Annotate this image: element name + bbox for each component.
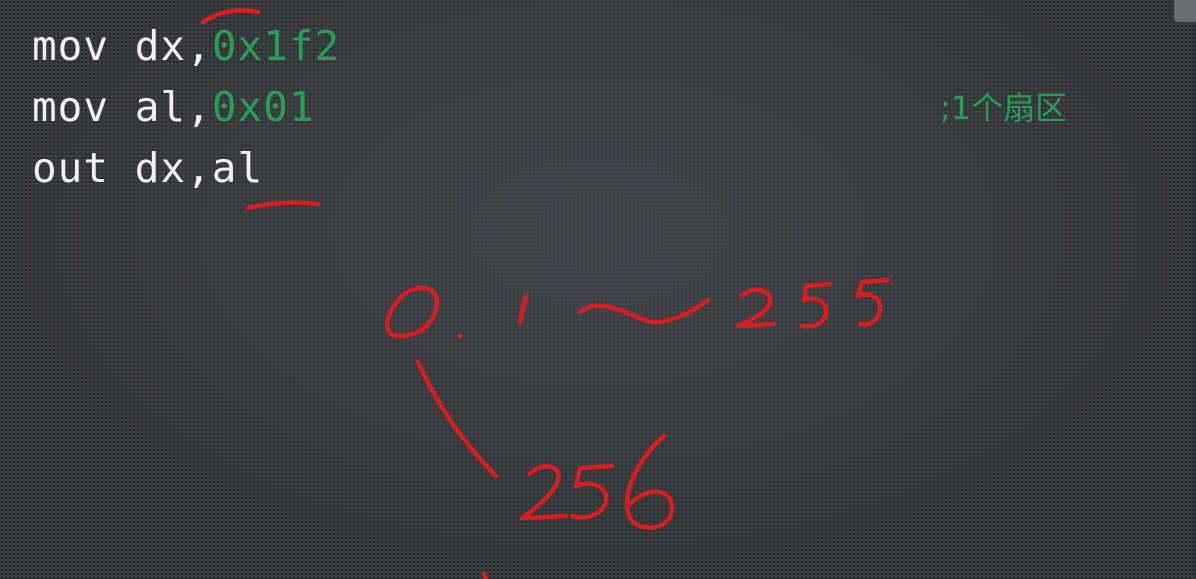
ink-digit-6-bottom xyxy=(624,433,675,530)
ink-digit-2 xyxy=(735,287,777,329)
ink-digit-1 xyxy=(517,293,529,325)
ink-dot xyxy=(457,333,463,339)
ink-underline-al xyxy=(245,200,321,211)
ink-digit-2-bottom xyxy=(519,464,569,521)
ink-digit-5-b xyxy=(855,277,891,327)
ink-digit-0 xyxy=(385,285,440,339)
ink-arc-over-dx xyxy=(200,8,261,25)
ink-digit-5-a xyxy=(799,281,833,329)
ink-bottom-mark xyxy=(481,571,489,579)
ink-tilde xyxy=(577,297,711,325)
slide: mov dx,0x1f2 mov al,0x01 out dx,al ;1个扇区 xyxy=(0,0,1196,579)
ink-connector-line xyxy=(415,359,499,479)
ink-digit-5-bottom xyxy=(569,463,615,520)
handwritten-annotations xyxy=(200,8,891,579)
